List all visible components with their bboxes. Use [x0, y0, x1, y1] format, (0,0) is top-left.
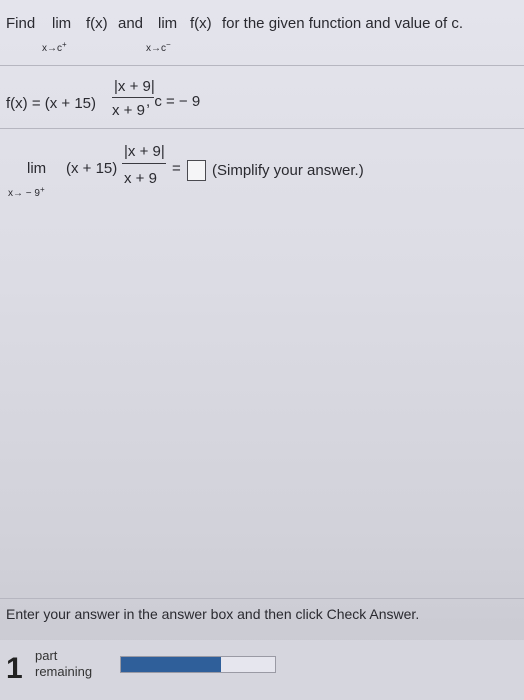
problem-lim-label: lim: [27, 160, 47, 177]
limit-subscript-left: x→c−: [146, 40, 171, 54]
progress-bar: [120, 656, 276, 673]
equals-sign: =: [172, 160, 181, 177]
function-denominator: x + 9: [112, 102, 145, 119]
lim-label-right: lim: [52, 15, 72, 32]
problem-factor: (x + 15): [66, 160, 118, 177]
part-text: part: [35, 648, 58, 663]
lim-label-left: lim: [158, 15, 178, 32]
divider-middle: [0, 128, 524, 129]
remaining-text: remaining: [35, 664, 93, 679]
fx-label-right: f(x): [86, 15, 108, 32]
answer-input-box[interactable]: [187, 160, 206, 181]
problem-numerator: |x + 9|: [124, 143, 165, 160]
problem-fraction-bar: [122, 163, 166, 164]
instruction-text: Enter your answer in the answer box and …: [6, 606, 420, 622]
question-text: for the given function and value of c.: [222, 15, 463, 32]
problem-denominator: x + 9: [124, 170, 157, 187]
function-lhs: f(x) = (x + 15): [6, 95, 97, 112]
divider-top: [0, 65, 524, 66]
parts-remaining-label: part remaining: [35, 648, 92, 680]
parts-count: 1: [6, 652, 23, 685]
simplify-hint: (Simplify your answer.): [212, 162, 364, 179]
c-value: , c = − 9: [146, 93, 201, 110]
fx-label-left: f(x): [190, 15, 212, 32]
find-label: Find: [6, 15, 36, 32]
and-label: and: [118, 15, 144, 32]
problem-limit-subscript: x→ − 9+: [8, 185, 45, 199]
divider-bottom: [0, 598, 524, 599]
limit-subscript-right: x→c+: [42, 40, 67, 54]
progress-bar-fill: [121, 657, 222, 672]
